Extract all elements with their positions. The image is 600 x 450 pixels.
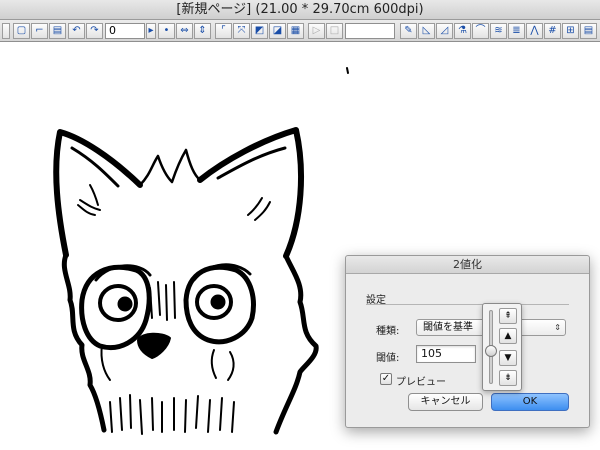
curve-ruler-icon[interactable]: ◿: [436, 23, 453, 39]
new-page-icon[interactable]: ▢: [13, 23, 30, 39]
slider-up-button[interactable]: ▲: [499, 328, 517, 344]
dot-icon[interactable]: •: [158, 23, 175, 39]
page-layout-icon[interactable]: ▤: [49, 23, 66, 39]
slider-top-button[interactable]: ⇞: [499, 308, 517, 324]
stop-icon[interactable]: □: [326, 23, 343, 39]
arc-icon[interactable]: ⌒: [472, 23, 489, 39]
hatch-icon[interactable]: ≣: [508, 23, 525, 39]
angle-dropdown-icon[interactable]: ▸: [146, 23, 156, 39]
slider-knob[interactable]: [485, 345, 497, 357]
slider-bottom-button[interactable]: ⇟: [499, 370, 517, 386]
rotation-angle-field[interactable]: 0: [105, 23, 145, 39]
threshold-label: 閾値:: [376, 353, 400, 364]
grid-icon[interactable]: #: [544, 23, 561, 39]
window-title: [新規ページ] (21.00 * 29.70cm 600dpi): [176, 2, 424, 17]
window-title-bar: [新規ページ] (21.00 * 29.70cm 600dpi): [0, 0, 600, 20]
crop-icon[interactable]: ⌐: [31, 23, 48, 39]
triangle-ruler-icon[interactable]: ◺: [418, 23, 435, 39]
rotate-right-icon[interactable]: ↷: [86, 23, 103, 39]
rotate-left-icon[interactable]: ↶: [68, 23, 85, 39]
more-tools-icon[interactable]: ▤: [580, 23, 597, 39]
play-icon[interactable]: ▷: [308, 23, 325, 39]
perspective-icon[interactable]: ◩: [251, 23, 268, 39]
ok-button[interactable]: OK: [491, 393, 569, 411]
scan-icon[interactable]: ▦: [287, 23, 304, 39]
select-arrows-icon: ⇕: [554, 323, 561, 332]
toolbar-grip: [2, 23, 10, 39]
toolbar: ▢ ⌐ ▤ ↶ ↷ 0 ▸ • ⇔ ⇕ ⌜ ⤧ ◩ ◪ ▦ ▷ □ ✎ ◺ ◿ …: [0, 20, 600, 42]
parallel-lines-icon[interactable]: ≋: [490, 23, 507, 39]
flip-horizontal-icon[interactable]: ⇔: [176, 23, 193, 39]
type-select-value: 閾値を基準: [423, 322, 473, 333]
distort-icon[interactable]: ◪: [269, 23, 286, 39]
empty-field[interactable]: [345, 23, 395, 39]
preview-label: プレビュー: [396, 377, 446, 388]
cancel-button[interactable]: キャンセル: [408, 393, 483, 411]
preview-checkbox[interactable]: ✓: [380, 373, 392, 385]
flip-vertical-icon[interactable]: ⇕: [194, 23, 211, 39]
eyedropper-icon[interactable]: ⚗: [454, 23, 471, 39]
threshold-input[interactable]: 105: [416, 345, 476, 363]
type-label: 種類:: [376, 326, 400, 337]
grid-fine-icon[interactable]: ⊞: [562, 23, 579, 39]
group-divider: [366, 304, 569, 305]
perspective-ruler-icon[interactable]: ⋀: [526, 23, 543, 39]
pen-icon[interactable]: ✎: [400, 23, 417, 39]
dialog-title: 2値化: [346, 256, 589, 274]
binarize-dialog: 2値化 設定 種類: 閾値を基準 ⇕ 閾値: 105 ✓ プレビュー キャンセル…: [345, 255, 590, 428]
deskew-icon[interactable]: ⌜: [215, 23, 232, 39]
slider-down-button[interactable]: ▼: [499, 350, 517, 366]
transform-icon[interactable]: ⤧: [233, 23, 250, 39]
threshold-slider-popup: ⇞ ▲ ▼ ⇟: [482, 303, 522, 391]
